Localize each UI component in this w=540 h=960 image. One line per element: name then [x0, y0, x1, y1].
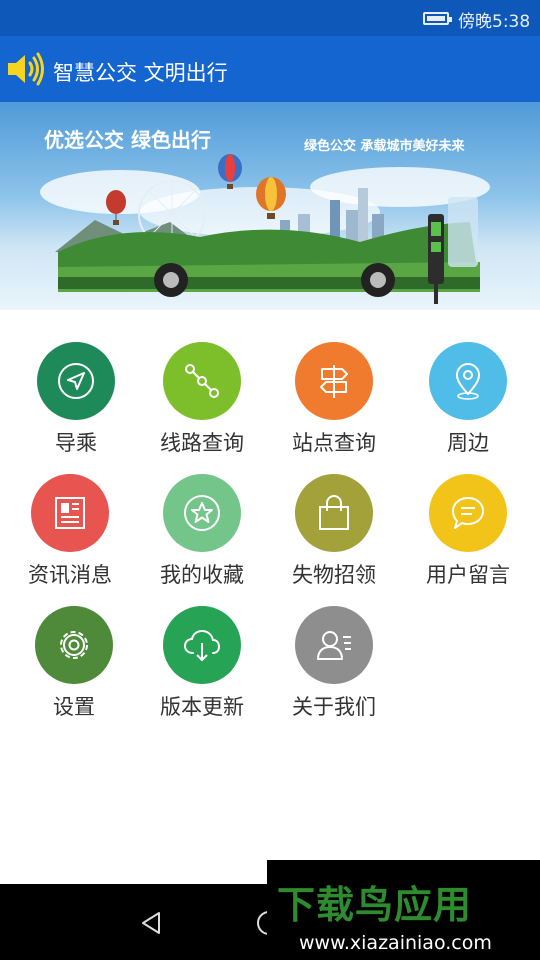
menu-item-stop-query[interactable]: 站点查询: [268, 310, 400, 455]
menu-icon-circle: [429, 474, 507, 552]
menu-icon-circle: [429, 342, 507, 420]
menu-item-lost-found[interactable]: 失物招领: [268, 442, 400, 587]
menu-item-version-update[interactable]: 版本更新: [136, 574, 268, 719]
menu-item-about-us[interactable]: 关于我们: [268, 574, 400, 719]
menu-label: 设置: [53, 695, 95, 719]
menu-icon-circle: [37, 342, 115, 420]
status-bar: 傍晚5:38: [0, 0, 540, 36]
menu-item-nearby[interactable]: 周边: [402, 310, 534, 455]
menu-item-guide[interactable]: 导乘: [10, 310, 142, 455]
banner-slogan: 绿色公交 承载城市美好未来: [304, 139, 465, 154]
news-icon: [55, 497, 85, 529]
banner-title: 优选公交 绿色出行: [44, 128, 211, 152]
contact-card-icon: [317, 631, 351, 660]
promo-banner[interactable]: 优选公交 绿色出行 绿色公交 承载城市美好未来: [0, 102, 540, 310]
watermark: 下载鸟应用 www.xiazainiao.com: [267, 860, 540, 960]
watermark-url: www.xiazainiao.com: [299, 932, 492, 954]
menu-icon-circle: [295, 474, 373, 552]
shopping-bag-icon: [319, 495, 349, 530]
menu-label: 用户留言: [426, 563, 510, 587]
menu-icon-circle: [35, 606, 113, 684]
menu-item-favorites[interactable]: 我的收藏: [136, 442, 268, 587]
menu-icon-circle: [295, 606, 373, 684]
navigation-icon: [58, 363, 94, 399]
app-header: 智慧公交 文明出行: [0, 36, 540, 102]
route-icon: [185, 364, 219, 398]
menu-item-settings[interactable]: 设置: [8, 574, 140, 719]
cloud-download-icon: [183, 629, 221, 662]
menu-icon-circle: [31, 474, 109, 552]
location-pin-icon: [455, 363, 481, 400]
message-icon: [452, 497, 484, 529]
menu-item-route-query[interactable]: 线路查询: [136, 310, 268, 455]
menu-label: 关于我们: [292, 695, 376, 719]
menu-icon-circle: [163, 606, 241, 684]
back-icon[interactable]: [140, 911, 162, 935]
menu-icon-circle: [163, 342, 241, 420]
menu-icon-circle: [295, 342, 373, 420]
watermark-logo: 下载鸟应用: [277, 883, 473, 927]
menu-item-feedback[interactable]: 用户留言: [402, 442, 534, 587]
status-time: 傍晚5:38: [458, 12, 531, 32]
star-icon: [184, 495, 220, 531]
app-title: 智慧公交 文明出行: [53, 61, 228, 85]
menu-icon-circle: [163, 474, 241, 552]
speaker-icon: [8, 52, 44, 86]
gear-icon: [60, 631, 88, 659]
battery-icon: [423, 12, 452, 25]
menu-label: 版本更新: [160, 695, 244, 719]
signpost-icon: [320, 365, 348, 398]
menu-item-news[interactable]: 资讯消息: [4, 442, 136, 587]
